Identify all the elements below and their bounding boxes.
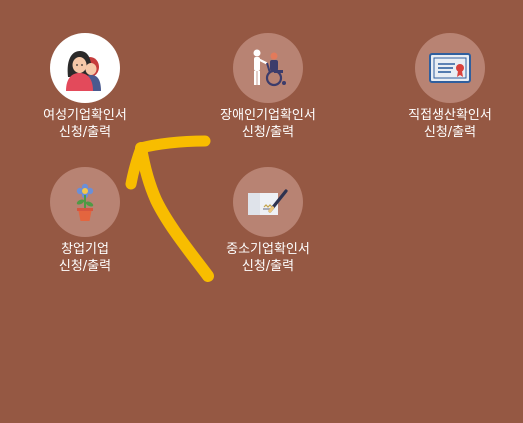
tile-startup-business[interactable]: 창업기업 신청/출력 <box>15 167 155 275</box>
icon-circle <box>233 33 303 103</box>
icon-circle <box>415 33 485 103</box>
tile-women-business-certificate[interactable]: 여성기업확인서 신청/출력 <box>15 33 155 141</box>
icon-circle <box>50 167 120 237</box>
tile-subtitle: 신청/출력 <box>58 259 112 274</box>
document-pen-icon <box>248 189 288 215</box>
tile-label: 직접생산확인서 신청/출력 <box>408 107 492 141</box>
tile-label: 여성기업확인서 신청/출력 <box>43 107 127 141</box>
tile-subtitle: 신청/출력 <box>241 259 295 274</box>
tile-subtitle: 신청/출력 <box>423 125 477 140</box>
tile-direct-production-certificate[interactable]: 직접생산확인서 신청/출력 <box>380 33 520 141</box>
tile-title: 중소기업확인서 <box>226 242 310 257</box>
flower-pot-icon <box>76 183 94 221</box>
tile-title: 장애인기업확인서 <box>220 108 316 123</box>
tile-title: 여성기업확인서 <box>43 108 127 123</box>
tile-sme-certificate[interactable]: 중소기업확인서 신청/출력 <box>198 167 338 275</box>
tile-label: 장애인기업확인서 신청/출력 <box>220 107 316 141</box>
certificate-icon <box>429 53 471 83</box>
tile-label: 중소기업확인서 신청/출력 <box>226 241 310 275</box>
women-icon <box>66 51 101 91</box>
icon-circle <box>50 33 120 103</box>
tile-subtitle: 신청/출력 <box>58 125 112 140</box>
wheelchair-icon <box>253 49 286 87</box>
tile-subtitle: 신청/출력 <box>241 125 295 140</box>
icon-circle <box>233 167 303 237</box>
tile-title: 창업기업 <box>61 242 109 257</box>
tile-title: 직접생산확인서 <box>408 108 492 123</box>
tile-label: 창업기업 신청/출력 <box>59 241 111 275</box>
tile-disabled-business-certificate[interactable]: 장애인기업확인서 신청/출력 <box>198 33 338 141</box>
